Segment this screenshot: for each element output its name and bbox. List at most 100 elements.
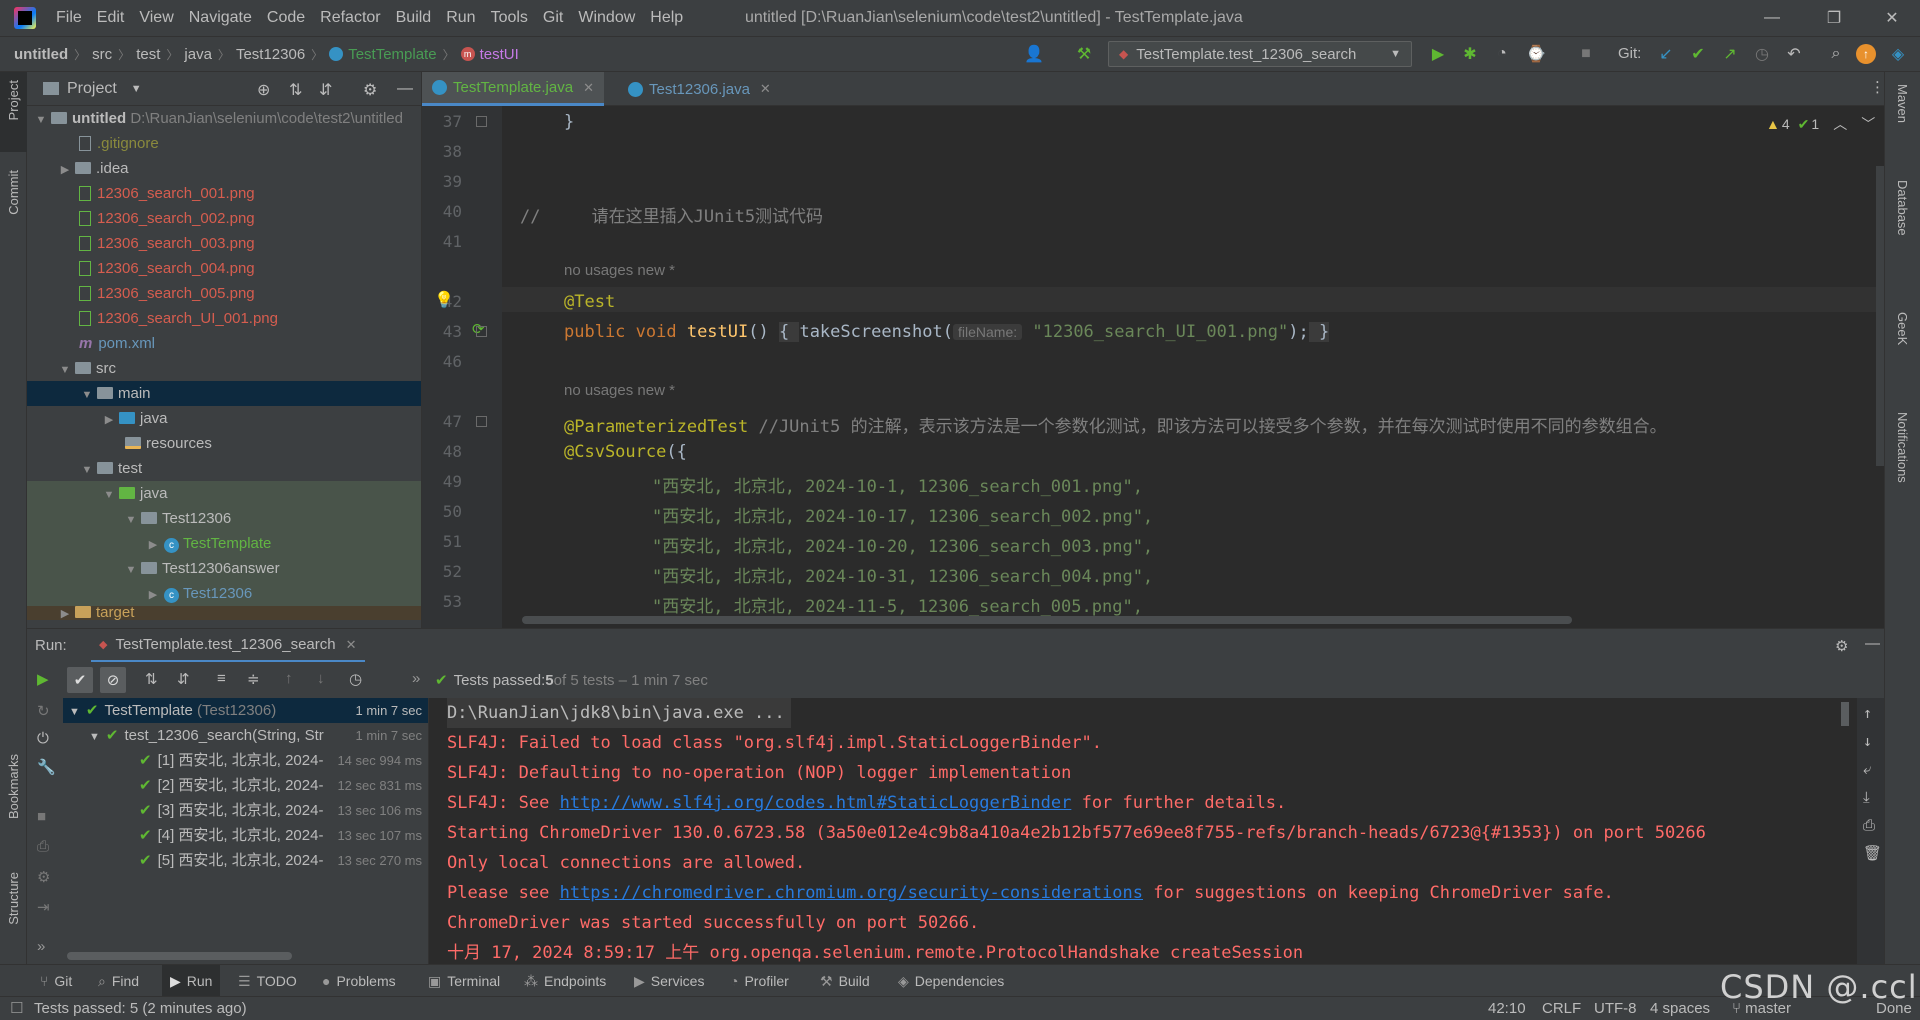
test-node-case[interactable]: ✔ [4] 西安北, 北京北, 2024- 13 sec 107 ms <box>63 823 428 848</box>
show-passed-icon[interactable]: ✔ <box>67 667 93 693</box>
menu-file[interactable]: File <box>56 9 82 27</box>
update-icon[interactable]: ↑ <box>1856 44 1876 64</box>
stop-icon[interactable]: ■ <box>37 808 46 825</box>
plugin-icon[interactable]: ◈ <box>1886 42 1910 66</box>
soft-wrap-icon[interactable]: ⤶ <box>1863 760 1871 778</box>
arrow-up-icon[interactable]: ↑ <box>285 670 293 687</box>
breadcrumb-src[interactable]: src <box>92 46 112 63</box>
debug-icon[interactable]: ✱ <box>1458 42 1482 66</box>
hide-icon[interactable]: — <box>1865 635 1880 652</box>
tree-item-test[interactable]: ▼ test <box>27 456 421 481</box>
tree-item-package-answer[interactable]: ▼ Test12306answer <box>27 556 421 581</box>
menu-view[interactable]: View <box>139 9 173 27</box>
breadcrumb-java[interactable]: java <box>184 46 212 63</box>
tool-endpoints[interactable]: ⁂ Endpoints <box>524 965 606 997</box>
status-line-separator[interactable]: CRLF <box>1542 997 1581 1020</box>
rerun-failed-icon[interactable]: ↻ <box>37 702 50 720</box>
strip-notifications[interactable]: Notifications <box>1895 412 1910 483</box>
test-node-class[interactable]: ▼ ✔ TestTemplate (Test12306) 1 min 7 sec <box>63 698 428 723</box>
status-message[interactable]: Tests passed: 5 (2 minutes ago) <box>34 997 247 1020</box>
search-icon[interactable]: ⌕ <box>1824 42 1848 66</box>
fold-marker-icon[interactable] <box>476 116 487 127</box>
breadcrumb-project[interactable]: untitled <box>14 46 68 63</box>
menu-tools[interactable]: Tools <box>491 9 528 27</box>
git-update-icon[interactable]: ↙ <box>1654 42 1678 66</box>
menu-git[interactable]: Git <box>543 9 563 27</box>
arrow-down-icon[interactable]: ↓ <box>317 670 325 687</box>
history-icon[interactable]: ◷ <box>349 670 362 688</box>
menu-run[interactable]: Run <box>446 9 475 27</box>
tool-todo[interactable]: ☰ TODO <box>238 965 297 997</box>
exit-icon[interactable]: ⇥ <box>37 898 50 916</box>
fold-marker-icon[interactable] <box>476 326 487 337</box>
tab-close-icon[interactable]: ✕ <box>583 80 594 96</box>
strip-project[interactable]: Project <box>6 80 21 120</box>
tool-git[interactable]: ⑂ Git <box>40 965 72 997</box>
user-icon[interactable]: 👤 <box>1022 42 1046 66</box>
trash-icon[interactable]: 🗑 <box>1863 844 1882 862</box>
minimize-icon[interactable]: — <box>1744 0 1800 36</box>
usage-hint[interactable]: no usages new * <box>564 262 675 279</box>
toggle-autotest-icon[interactable]: ⏻ <box>37 730 49 747</box>
scroll-to-end-icon[interactable]: ⤓ <box>1863 788 1870 806</box>
tree-item-png-001[interactable]: 12306_search_001.png <box>27 181 421 206</box>
code-editor[interactable]: 37 38 39 40 41 42 43 46 47 48 49 50 51 5… <box>422 106 1884 628</box>
tree-item-gitignore[interactable]: .gitignore <box>27 131 421 156</box>
arrow-up-icon[interactable]: ↑ <box>1863 704 1872 722</box>
wrench-icon[interactable]: 🔧 <box>37 758 56 776</box>
tree-item-src[interactable]: ▼ src <box>27 356 421 381</box>
collapse-all-icon[interactable]: ≑ <box>247 670 260 688</box>
test-node-case[interactable]: ✔ [1] 西安北, 北京北, 2024- 14 sec 994 ms <box>63 748 428 773</box>
test-node-case[interactable]: ✔ [3] 西安北, 北京北, 2024- 13 sec 106 ms <box>63 798 428 823</box>
tool-find[interactable]: ⌕ Find <box>98 965 139 997</box>
git-history-icon[interactable]: ◷ <box>1750 42 1774 66</box>
test-node-case[interactable]: ✔ [2] 西安北, 北京北, 2024- 12 sec 831 ms <box>63 773 428 798</box>
fold-marker-icon[interactable] <box>476 416 487 427</box>
tree-item-pom[interactable]: m pom.xml <box>27 331 421 356</box>
tree-item-package-test12306[interactable]: ▼ Test12306 <box>27 506 421 531</box>
inspection-widget[interactable]: ▲ 4 ✔ 1 ︿ ﹀ <box>1766 114 1875 134</box>
tool-dependencies[interactable]: ◈ Dependencies <box>898 965 1004 997</box>
strip-maven[interactable]: Maven <box>1895 84 1910 123</box>
console-link[interactable]: https://chromedriver.chromium.org/securi… <box>560 883 1143 903</box>
strip-structure[interactable]: Structure <box>6 872 21 925</box>
tree-item-main-java[interactable]: ▶ java <box>27 406 421 431</box>
tree-item-test-java[interactable]: ▼ java <box>27 481 421 506</box>
breadcrumb-method[interactable]: testUI <box>480 46 519 63</box>
camera-icon[interactable]: ⎙ <box>37 838 49 855</box>
tab-close-icon[interactable]: ✕ <box>346 637 357 653</box>
git-commit-icon[interactable]: ✔ <box>1686 42 1710 66</box>
arrow-down-icon[interactable]: ↓ <box>1863 732 1872 750</box>
breadcrumb-package[interactable]: Test12306 <box>236 46 305 63</box>
status-indent[interactable]: 4 spaces <box>1650 997 1710 1020</box>
tool-profiler[interactable]: ◔ Profiler <box>730 965 789 997</box>
status-caret-position[interactable]: 42:10 <box>1488 997 1526 1020</box>
run-tab[interactable]: ◆ TestTemplate.test_12306_search ✕ <box>91 629 365 663</box>
locate-icon[interactable]: ⊕ <box>257 80 270 100</box>
project-title[interactable]: Project <box>67 80 117 98</box>
tab-testtemplate[interactable]: TestTemplate.java ✕ <box>422 72 604 106</box>
profile-icon[interactable]: ⌚ <box>1524 42 1548 66</box>
tree-item-png-003[interactable]: 12306_search_003.png <box>27 231 421 256</box>
strip-geek[interactable]: GeeK <box>1895 312 1910 345</box>
more-icon[interactable]: » <box>412 670 420 687</box>
console-link[interactable]: http://www.slf4j.org/codes.html#StaticLo… <box>560 793 1072 813</box>
more-icon[interactable]: » <box>37 938 45 955</box>
tool-terminal[interactable]: ▣ Terminal <box>428 965 500 997</box>
build-hammer-icon[interactable]: ⚒ <box>1072 42 1096 66</box>
tree-item-resources[interactable]: resources <box>27 431 421 456</box>
strip-bookmarks[interactable]: Bookmarks <box>6 754 21 819</box>
run-icon[interactable]: ▶ <box>1426 42 1450 66</box>
chevron-up-icon[interactable]: ︿ <box>1833 114 1847 134</box>
menu-edit[interactable]: Edit <box>97 9 125 27</box>
tab-test12306[interactable]: Test12306.java ✕ <box>618 72 781 106</box>
editor-scrollbar[interactable] <box>1876 166 1884 466</box>
tree-item-png-002[interactable]: 12306_search_002.png <box>27 206 421 231</box>
settings-icon[interactable]: ⚙ <box>37 868 50 886</box>
gear-icon[interactable]: ⚙ <box>363 80 377 100</box>
test-node-case[interactable]: ✔ [5] 西安北, 北京北, 2024- 13 sec 270 ms <box>63 848 428 873</box>
more-tabs-icon[interactable]: ⋮ <box>1870 78 1885 96</box>
test-node-method[interactable]: ▼ ✔ test_12306_search(String, Str 1 min 7 s… <box>63 723 428 748</box>
status-encoding[interactable]: UTF-8 <box>1594 997 1637 1020</box>
sort-alpha-icon[interactable]: ⇅ <box>145 670 158 688</box>
